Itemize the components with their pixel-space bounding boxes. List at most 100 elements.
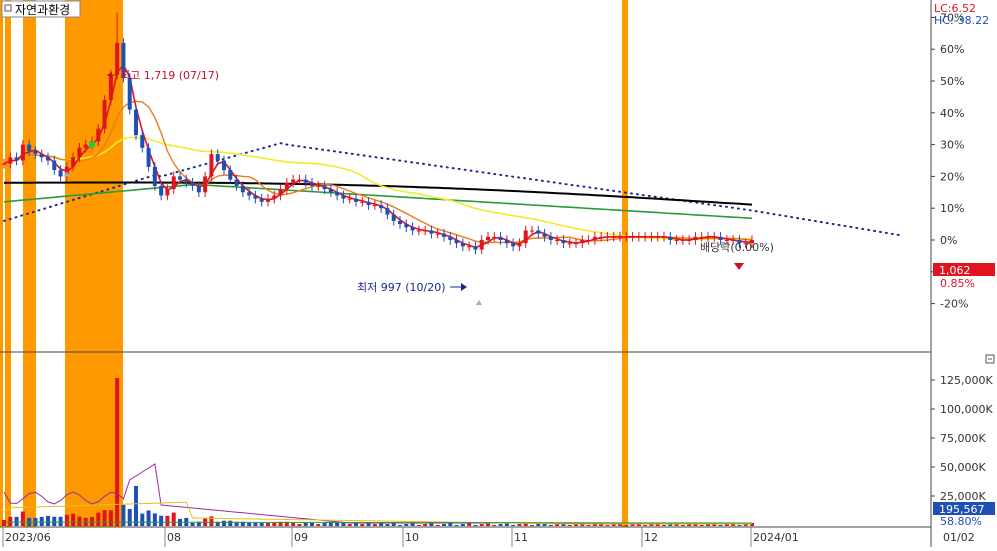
volume-bar xyxy=(247,522,252,526)
highlight-band xyxy=(622,0,628,527)
volume-bar xyxy=(58,516,63,526)
volume-bar xyxy=(171,512,176,526)
volume-bar xyxy=(416,525,421,526)
candle-body xyxy=(592,236,597,240)
candle-body xyxy=(33,150,38,155)
volume-bar xyxy=(140,513,145,526)
candle-body xyxy=(668,236,673,240)
candle-body xyxy=(699,236,704,238)
volume-bar xyxy=(96,512,101,526)
candle-body xyxy=(171,176,176,190)
candle-body xyxy=(693,236,698,240)
candle-body xyxy=(416,230,421,232)
candle-body xyxy=(322,185,327,190)
volume-bar xyxy=(662,525,666,526)
volume-tick-label: 75,000K xyxy=(940,432,986,445)
candle-body xyxy=(203,176,208,193)
candle-body xyxy=(655,236,660,238)
volume-bar xyxy=(548,525,553,526)
volume-bar xyxy=(121,504,126,526)
candle-body xyxy=(379,205,384,209)
candle-body xyxy=(20,144,25,161)
candle-body xyxy=(523,230,528,244)
price-tick-label: 10% xyxy=(940,202,964,215)
candle-body xyxy=(662,236,666,238)
candle-body xyxy=(605,236,610,238)
candle-body xyxy=(284,182,289,190)
volume-tick-label: 125,000K xyxy=(940,374,993,387)
highlight-band xyxy=(0,0,3,527)
candle-body xyxy=(102,100,107,129)
candle-body xyxy=(448,236,453,240)
candle-body xyxy=(712,236,717,238)
volume-bar xyxy=(165,515,170,526)
volume-bar xyxy=(64,514,69,526)
candle-body xyxy=(366,201,371,206)
volume-bar xyxy=(328,522,333,526)
buy-signal-marker xyxy=(89,141,95,148)
price-tick-label: 20% xyxy=(940,170,964,183)
volume-bar xyxy=(228,520,233,526)
volume-bar xyxy=(442,524,446,526)
volume-bar xyxy=(14,516,19,526)
candle-body xyxy=(266,198,270,202)
volume-bar xyxy=(159,515,164,526)
volume-bar xyxy=(372,524,377,526)
volume-bar xyxy=(460,524,465,526)
candle-body xyxy=(297,179,302,181)
candle-body xyxy=(152,166,157,186)
candle-body xyxy=(442,233,446,237)
volume-bar xyxy=(102,510,107,526)
candle-body xyxy=(574,243,578,245)
candle-body xyxy=(372,205,377,207)
volume-bar xyxy=(737,525,742,526)
candle-body xyxy=(215,154,220,161)
date-tick-label: 2024/01 xyxy=(753,531,799,544)
price-tick-label: 0% xyxy=(940,234,957,247)
volume-bar xyxy=(127,509,132,526)
candle-body xyxy=(247,192,252,196)
volume-bar xyxy=(20,511,25,526)
volume-bar xyxy=(385,524,390,526)
volume-bar xyxy=(310,522,314,526)
volume-bar xyxy=(297,524,302,526)
candle-body xyxy=(328,189,333,193)
volume-bar xyxy=(108,510,113,526)
highlight-band xyxy=(23,0,36,527)
candle-body xyxy=(630,236,635,238)
candle-body xyxy=(222,160,226,171)
candle-body xyxy=(479,240,484,250)
volume-bar xyxy=(272,522,277,526)
candle-body xyxy=(599,236,604,238)
candle-body xyxy=(611,236,616,238)
volume-bar xyxy=(322,522,327,526)
candle-body xyxy=(624,236,629,238)
candle-body xyxy=(240,185,245,193)
candle-body xyxy=(674,240,679,241)
highlight-band xyxy=(65,0,123,527)
high-annotation: 최고 1,719 (07/17) xyxy=(107,69,219,82)
candle-body xyxy=(335,192,340,196)
candle-body xyxy=(134,109,138,136)
dividend-label: 배당락(0.00%) xyxy=(700,241,774,254)
candle-body xyxy=(555,240,560,241)
candle-body xyxy=(209,154,214,177)
volume-bar xyxy=(680,525,685,526)
candle-body xyxy=(347,198,352,200)
volume-bar xyxy=(291,522,296,526)
candle-body xyxy=(718,236,723,240)
volume-bar xyxy=(222,520,226,526)
candle-body xyxy=(14,157,19,161)
candle-body xyxy=(234,179,239,186)
candle-body xyxy=(27,144,32,151)
candle-body xyxy=(404,224,409,228)
candle-body xyxy=(706,236,710,238)
candle-body xyxy=(108,74,113,101)
volume-bar xyxy=(498,524,503,526)
date-tick-label: 10 xyxy=(405,531,419,544)
candle-body xyxy=(316,185,321,187)
candle-body xyxy=(140,135,145,148)
volume-bar xyxy=(473,525,478,526)
candle-body xyxy=(115,42,120,75)
candle-body xyxy=(687,240,692,241)
